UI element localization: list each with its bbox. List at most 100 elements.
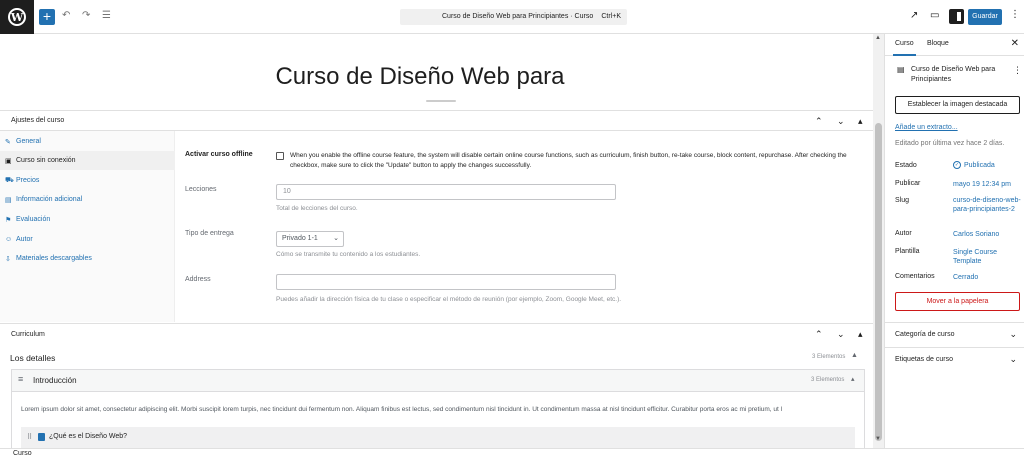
delivery-type-help: Cómo se transmite tu contenido a los est… bbox=[276, 251, 421, 258]
post-title[interactable]: Curso de Diseño Web para bbox=[0, 63, 840, 91]
tab-downloadable-materials[interactable]: ⇩ Materiales descargables bbox=[0, 249, 175, 268]
tags-panel-label: Etiquetas de curso bbox=[895, 356, 953, 363]
collapse-icon[interactable]: ▴ bbox=[858, 329, 863, 340]
delivery-type-value: Privado 1-1 bbox=[282, 235, 318, 242]
drag-handle-icon[interactable]: ⠿ bbox=[27, 433, 32, 441]
close-icon[interactable]: ✕ bbox=[1011, 38, 1019, 49]
tab-evaluation[interactable]: ⚑ Evaluación bbox=[0, 210, 175, 229]
tab-label: Materiales descargables bbox=[16, 255, 92, 262]
tab-pricing[interactable]: ⛟ Precios bbox=[0, 171, 175, 190]
tab-author[interactable]: ☺ Autor bbox=[0, 230, 175, 249]
desktop-preview-icon[interactable]: ▭ bbox=[930, 10, 939, 21]
tab-label: General bbox=[16, 138, 41, 145]
slug-value[interactable]: curso-de-diseno-web-para-principiantes-2 bbox=[953, 196, 1023, 214]
lesson-title[interactable]: ¿Qué es el Diseño Web? bbox=[49, 433, 127, 440]
scroll-down-icon[interactable]: ▼ bbox=[875, 436, 881, 442]
collapse-icon[interactable]: ▴ bbox=[858, 116, 863, 127]
list-view-icon[interactable]: ☰ bbox=[102, 10, 111, 21]
author-value[interactable]: Carlos Soriano bbox=[953, 230, 1023, 239]
more-actions-icon[interactable]: ⋮ bbox=[1013, 65, 1022, 76]
offline-course-checkbox[interactable] bbox=[276, 152, 284, 160]
lessons-label: Lecciones bbox=[185, 186, 217, 193]
tab-label: Precios bbox=[16, 177, 40, 184]
undo-icon[interactable]: ↶ bbox=[62, 10, 70, 21]
tags-panel[interactable]: Etiquetas de curso ⌄ bbox=[885, 347, 1024, 373]
editor-top-bar: W + ↶ ↷ ☰ Curso de Diseño Web para Princ… bbox=[0, 0, 1024, 34]
move-to-trash-button[interactable]: Mover a la papelera bbox=[895, 292, 1020, 311]
tab-general[interactable]: ✎ General bbox=[0, 132, 175, 151]
template-value[interactable]: Single Course Template bbox=[953, 248, 1023, 266]
editor-scrollbar[interactable]: ▲ ▼ bbox=[873, 34, 884, 448]
author-label: Autor bbox=[895, 230, 912, 237]
breadcrumb[interactable]: Curso bbox=[13, 450, 32, 457]
address-label: Address bbox=[185, 276, 211, 283]
address-input[interactable] bbox=[276, 274, 616, 290]
category-panel[interactable]: Categoría de curso ⌄ bbox=[885, 322, 1024, 348]
wordpress-logo-icon[interactable]: W bbox=[0, 0, 34, 34]
sidebar-tabs: Curso Bloque ✕ bbox=[885, 34, 1024, 56]
wrench-icon: ✎ bbox=[5, 138, 11, 146]
section-header[interactable]: ≡ Introducción 3 Elementos ▴ bbox=[12, 370, 864, 392]
move-up-icon[interactable]: ⌃ bbox=[815, 116, 823, 127]
tab-offline-course[interactable]: ▣ Curso sin conexión bbox=[0, 151, 175, 170]
download-icon: ⇩ bbox=[5, 255, 11, 263]
more-options-icon[interactable]: ⋮ bbox=[1010, 9, 1020, 20]
info-icon: ▤ bbox=[5, 196, 12, 204]
redo-icon[interactable]: ↷ bbox=[82, 10, 90, 21]
category-panel-label: Categoría de curso bbox=[895, 331, 955, 338]
move-down-icon[interactable]: ⌄ bbox=[837, 329, 845, 340]
details-title: Los detalles bbox=[10, 353, 56, 363]
sidebar-course-title: Curso de Diseño Web para Principiantes bbox=[911, 66, 996, 83]
metabox-header: Ajustes del curso ⌃ ⌄ ▴ bbox=[0, 111, 873, 131]
add-block-button[interactable]: + bbox=[39, 9, 55, 25]
lesson-item[interactable]: ⠿ ¿Qué es el Diseño Web? bbox=[21, 427, 855, 449]
tab-label: Evaluación bbox=[16, 216, 51, 223]
save-icon: ▣ bbox=[5, 157, 12, 165]
delivery-type-label: Tipo de entrega bbox=[185, 230, 234, 237]
bookmark-icon: ⚑ bbox=[5, 216, 12, 224]
section-name[interactable]: Introducción bbox=[33, 376, 77, 385]
course-settings-metabox: Ajustes del curso ⌃ ⌄ ▴ ✎ General ▣ Curso … bbox=[0, 110, 873, 322]
tab-label: Información adicional bbox=[16, 196, 83, 203]
chevron-down-icon: ⌄ bbox=[333, 235, 339, 242]
offline-course-description: When you enable the offline course featu… bbox=[290, 152, 847, 169]
tab-additional-info[interactable]: ▤ Información adicional bbox=[0, 190, 175, 209]
settings-panel-toggle-button[interactable] bbox=[949, 9, 964, 24]
scroll-thumb[interactable] bbox=[875, 123, 882, 441]
tab-course[interactable]: Curso bbox=[893, 40, 916, 56]
chevron-down-icon: ⌄ bbox=[1009, 354, 1017, 364]
lessons-input[interactable]: 10 bbox=[276, 184, 616, 200]
collapse-section-icon[interactable]: ▴ bbox=[851, 375, 855, 383]
slug-label: Slug bbox=[895, 197, 910, 204]
comments-value[interactable]: Cerrado bbox=[953, 273, 1023, 282]
last-edited-text: Editado por última vez hace 2 días. bbox=[895, 140, 1005, 147]
scroll-up-icon[interactable]: ▲ bbox=[875, 35, 881, 41]
tab-label: Curso sin conexión bbox=[16, 157, 76, 164]
settings-sidebar: Curso Bloque ✕ ▤ Curso de Diseño Web par… bbox=[884, 34, 1024, 448]
add-excerpt-link[interactable]: Añade un extracto... bbox=[895, 124, 958, 131]
settings-tabs: ✎ General ▣ Curso sin conexión ⛟ Precios ▤ I… bbox=[0, 131, 175, 322]
set-featured-image-button[interactable]: Establecer la imagen destacada bbox=[895, 96, 1020, 114]
resize-handle[interactable] bbox=[426, 100, 456, 102]
drag-handle-icon[interactable]: ≡ bbox=[18, 374, 23, 384]
tab-block[interactable]: Bloque bbox=[927, 40, 949, 47]
address-help: Puedes añadir la dirección física de tu … bbox=[276, 296, 622, 303]
delivery-type-select[interactable]: Privado 1-1 ⌄ bbox=[276, 231, 344, 247]
offline-course-label: Activar curso offline bbox=[185, 151, 253, 158]
move-down-icon[interactable]: ⌄ bbox=[837, 116, 845, 127]
move-up-icon[interactable]: ⌃ bbox=[815, 329, 823, 340]
collapse-details-icon[interactable]: ▲ bbox=[851, 352, 858, 359]
save-button[interactable]: Guardar bbox=[968, 9, 1002, 25]
status-text: Publicada bbox=[964, 162, 995, 169]
external-link-icon[interactable]: ↗ bbox=[910, 10, 918, 21]
metabox-title: Ajustes del curso bbox=[11, 117, 65, 124]
curriculum-section: ≡ Introducción 3 Elementos ▴ Lorem ipsum… bbox=[11, 369, 865, 449]
person-icon: ☺ bbox=[5, 236, 13, 243]
publish-label: Publicar bbox=[895, 180, 921, 187]
lesson-book-icon bbox=[38, 433, 45, 441]
publish-date-value[interactable]: mayo 19 12:34 pm bbox=[953, 180, 1023, 189]
command-palette-button[interactable]: Curso de Diseño Web para Principiantes ·… bbox=[400, 9, 627, 25]
section-description: Lorem ipsum dolor sit amet, consectetur … bbox=[21, 406, 783, 413]
cart-icon: ⛟ bbox=[5, 177, 14, 184]
status-value[interactable]: ✓ Publicada bbox=[953, 161, 1023, 170]
